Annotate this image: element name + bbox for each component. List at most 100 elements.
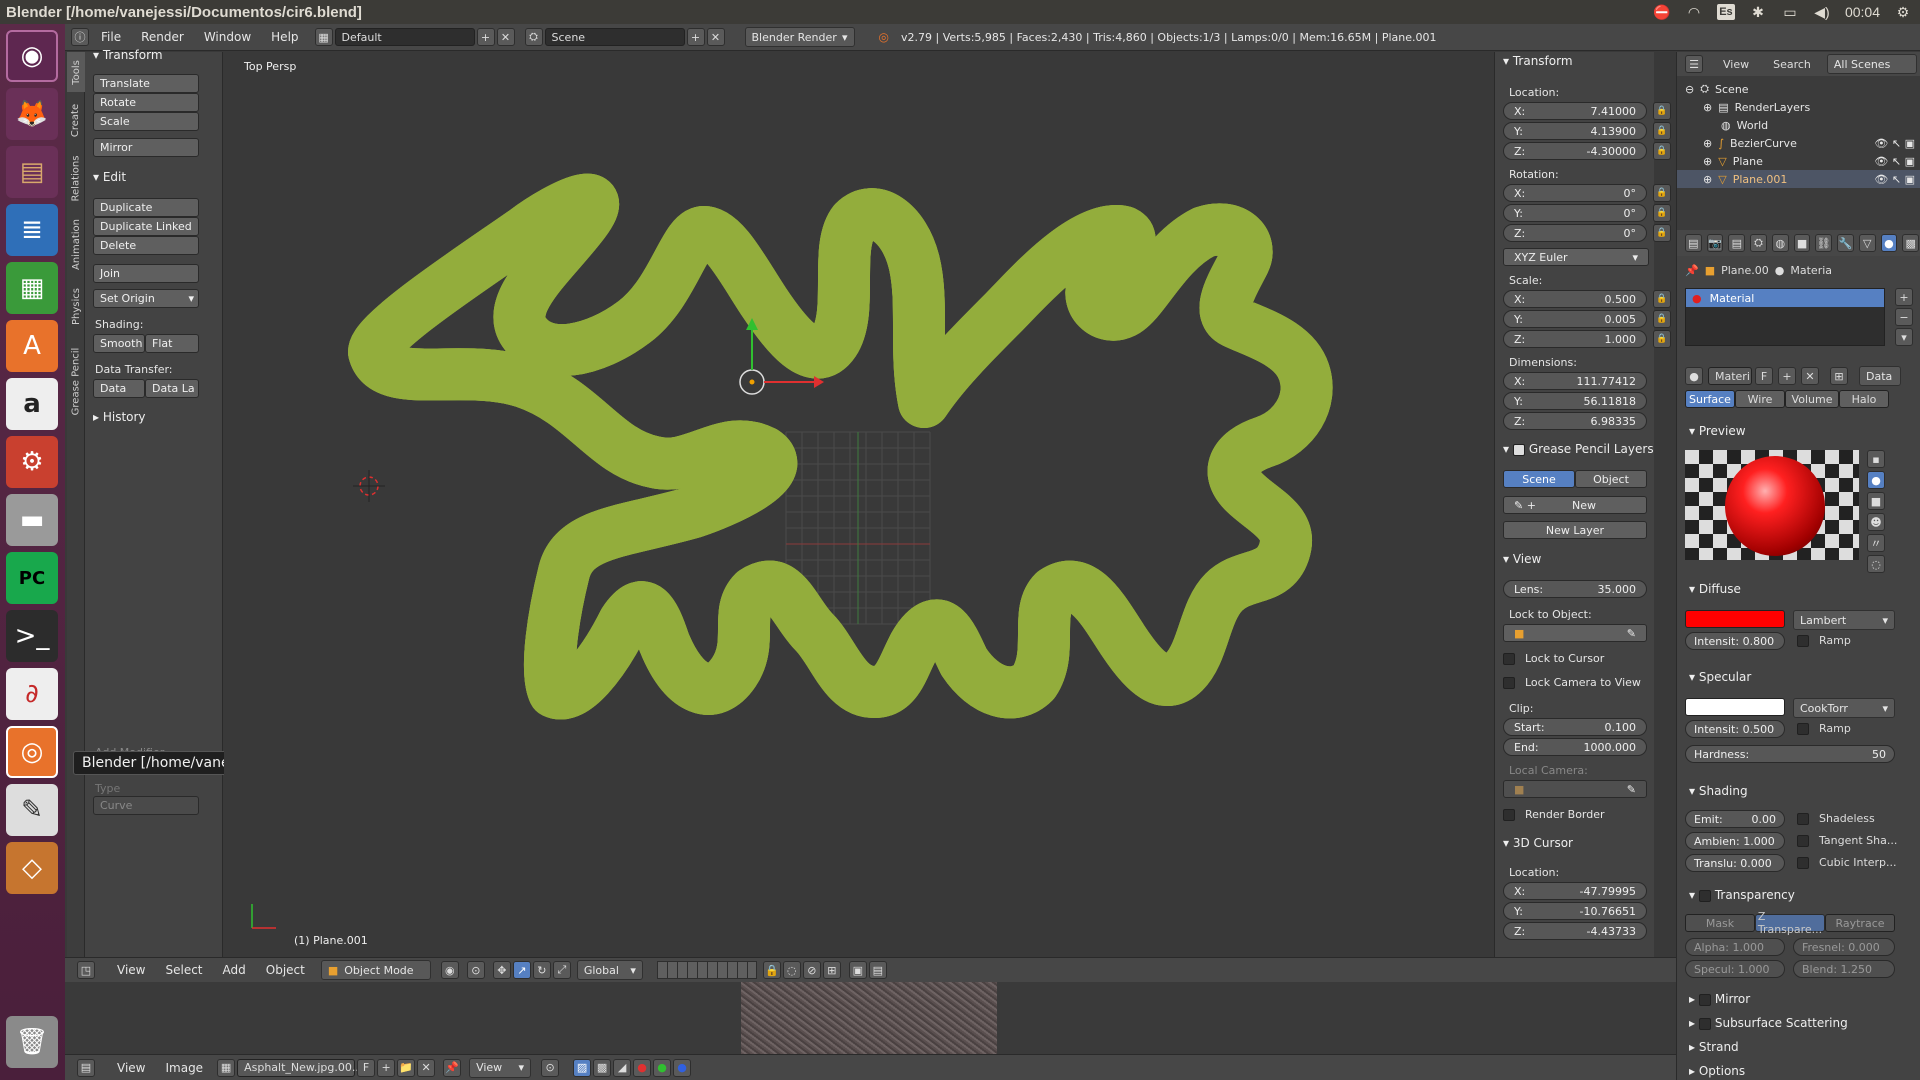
- package-icon[interactable]: ◇: [6, 842, 58, 894]
- alpha-field[interactable]: Alpha: 1.000: [1685, 938, 1785, 956]
- new-image-icon[interactable]: +: [377, 1058, 396, 1077]
- text-editor-icon[interactable]: ✎: [6, 784, 58, 836]
- emit-field[interactable]: Emit: 0.00: [1685, 810, 1785, 828]
- amazon-icon[interactable]: a: [6, 378, 58, 430]
- unlink-material-icon[interactable]: ✕: [1801, 367, 1819, 385]
- battery-icon[interactable]: ▭: [1781, 4, 1799, 20]
- translate-manipulator-icon[interactable]: ↗: [512, 961, 531, 979]
- expand-icon[interactable]: ⊖: [1685, 83, 1694, 96]
- info-editor-icon[interactable]: ⓘ: [71, 28, 89, 46]
- firefox-icon[interactable]: 🦊: [6, 88, 58, 140]
- scale-z-field[interactable]: Z: 1.000: [1503, 330, 1647, 348]
- preview-sky-icon[interactable]: ◌: [1867, 555, 1885, 573]
- rotation-mode-dropdown[interactable]: XYZ Euler ▾: [1503, 248, 1649, 266]
- diffuse-header[interactable]: ▾ Diffuse: [1689, 582, 1741, 596]
- tab-wire[interactable]: Wire: [1735, 390, 1785, 408]
- data-tab-icon[interactable]: ▽: [1858, 234, 1876, 252]
- outliner-editor-icon[interactable]: ☰: [1685, 55, 1703, 73]
- transform-header[interactable]: ▾ Transform: [1503, 54, 1573, 68]
- translucency-field[interactable]: Translu: 0.000: [1685, 854, 1785, 872]
- tab-surface[interactable]: Surface: [1685, 390, 1735, 408]
- ambient-field[interactable]: Ambien: 1.000: [1685, 832, 1785, 850]
- volume-icon[interactable]: ◀): [1813, 4, 1831, 20]
- trash-icon[interactable]: 🗑: [6, 1016, 58, 1068]
- eyedropper-icon[interactable]: ✎: [1627, 627, 1636, 640]
- screen-layout-field[interactable]: Default: [334, 28, 475, 46]
- scale-x-field[interactable]: X: 0.500: [1503, 290, 1647, 308]
- outliner-item-world[interactable]: ◍ World: [1677, 116, 1920, 134]
- image-editor-type-icon[interactable]: ▤: [77, 1058, 95, 1077]
- type-dropdown[interactable]: Curve: [93, 796, 199, 815]
- visibility-icons[interactable]: 👁 ↖ ▣: [1874, 155, 1920, 168]
- layer-buttons[interactable]: [656, 961, 757, 979]
- lock-icon[interactable]: 🔒: [1653, 290, 1671, 308]
- scene-icon[interactable]: ⛭: [524, 28, 543, 46]
- lock-icon[interactable]: 🔒: [1653, 224, 1671, 242]
- add-scene-icon[interactable]: +: [686, 28, 705, 46]
- transparency-ztransparency[interactable]: Z Transpare...: [1755, 910, 1825, 936]
- channel-red-icon[interactable]: ●: [633, 1058, 652, 1077]
- data-button[interactable]: Data: [93, 379, 145, 398]
- fresnel-field[interactable]: Fresnel: 0.000: [1793, 938, 1895, 956]
- set-origin-dropdown[interactable]: Set Origin ▾: [93, 289, 199, 308]
- menu-view[interactable]: View: [107, 963, 155, 977]
- tab-halo[interactable]: Halo: [1839, 390, 1889, 408]
- expand-icon[interactable]: ⊕: [1703, 137, 1712, 150]
- lock-layers-icon[interactable]: 🔒: [762, 961, 781, 979]
- snap-element-icon[interactable]: ⊞: [822, 961, 841, 979]
- image-name-field[interactable]: Asphalt_New.jpg.00...: [237, 1058, 362, 1077]
- gp-object-button[interactable]: Object: [1575, 470, 1647, 488]
- properties-editor-icon[interactable]: ▤: [1685, 234, 1702, 252]
- duplicate-linked-button[interactable]: Duplicate Linked: [93, 217, 199, 236]
- breadcrumb-material[interactable]: Materia: [1790, 264, 1832, 277]
- menu-render[interactable]: Render: [131, 30, 194, 44]
- gp-new-button[interactable]: ✎ + New: [1503, 496, 1647, 514]
- material-slot[interactable]: ● Material: [1686, 289, 1884, 307]
- specular-alpha-field[interactable]: Specul: 1.000: [1685, 960, 1785, 978]
- preview-header[interactable]: ▾ Preview: [1689, 424, 1746, 438]
- tab-volume[interactable]: Volume: [1785, 390, 1839, 408]
- tab-relations[interactable]: Relations: [67, 148, 85, 208]
- tangent-shading-checkbox[interactable]: Tangent Sha...: [1797, 834, 1897, 847]
- pin-image-icon[interactable]: 📌: [443, 1058, 462, 1077]
- expand-icon[interactable]: ⊕: [1703, 155, 1712, 168]
- slot-menu-icon[interactable]: ▾: [1895, 328, 1913, 346]
- dimensions-x-field[interactable]: X: 111.77412: [1503, 372, 1647, 390]
- remove-scene-icon[interactable]: ✕: [706, 28, 725, 46]
- bluetooth-icon[interactable]: ✱: [1749, 4, 1767, 20]
- expand-icon[interactable]: ⊕: [1703, 101, 1712, 114]
- keyboard-layout[interactable]: Es: [1716, 4, 1735, 20]
- preview-flat-icon[interactable]: ▪: [1867, 450, 1885, 468]
- pycharm-icon[interactable]: PC: [6, 552, 58, 604]
- wifi-icon[interactable]: ◠: [1685, 4, 1703, 20]
- transparency-header[interactable]: ▾ Transparency: [1689, 888, 1795, 902]
- lens-field[interactable]: Lens: 35.000: [1503, 580, 1647, 598]
- settings-icon[interactable]: ⚙: [6, 436, 58, 488]
- image-editor-area[interactable]: [65, 982, 1676, 1054]
- menu-window[interactable]: Window: [194, 30, 261, 44]
- outliner-item-renderlayers[interactable]: ⊕ ▤ RenderLayers: [1677, 98, 1920, 116]
- orientation-dropdown[interactable]: Global ▾: [576, 960, 643, 980]
- render-layers-tab-icon[interactable]: ▤: [1728, 234, 1746, 252]
- link-dropdown[interactable]: Data: [1859, 366, 1901, 386]
- manipulator-toggle-icon[interactable]: ✥: [492, 961, 511, 979]
- eyedropper-icon[interactable]: ✎: [1627, 783, 1636, 796]
- specular-ramp-checkbox[interactable]: Ramp: [1797, 722, 1851, 735]
- smooth-button[interactable]: Smooth: [93, 334, 145, 353]
- transparency-mask[interactable]: Mask: [1685, 914, 1755, 932]
- diffuse-color-swatch[interactable]: [1685, 610, 1785, 628]
- constraints-tab-icon[interactable]: ⛓: [1815, 234, 1833, 252]
- flat-button[interactable]: Flat: [145, 334, 199, 353]
- grease-pencil-checkbox[interactable]: [1512, 443, 1525, 456]
- expand-icon[interactable]: ⊕: [1703, 173, 1712, 186]
- breadcrumb-object[interactable]: Plane.00: [1721, 264, 1769, 277]
- writer-icon[interactable]: ≣: [6, 204, 58, 256]
- outliner-item-scene[interactable]: ⊖ ⛭ Scene: [1677, 80, 1920, 98]
- location-z-field[interactable]: Z: -4.30000: [1503, 142, 1647, 160]
- rotate-button[interactable]: Rotate: [93, 93, 199, 112]
- history-panel-header[interactable]: ▸ History: [93, 410, 146, 424]
- ubuntu-icon[interactable]: ◉: [6, 30, 58, 82]
- viewport-shading-icon[interactable]: ◉: [440, 961, 459, 979]
- opengl-anim-icon[interactable]: ▤: [868, 961, 887, 979]
- specular-shader-dropdown[interactable]: CookTorr ▾: [1793, 698, 1895, 718]
